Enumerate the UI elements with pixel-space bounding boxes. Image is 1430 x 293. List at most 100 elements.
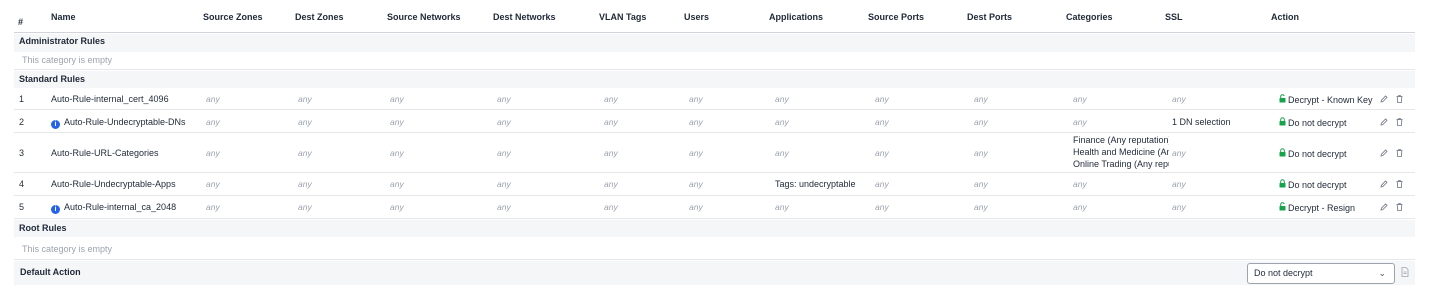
cell-ssl: any xyxy=(1172,179,1186,189)
edit-icon[interactable] xyxy=(1380,149,1388,159)
default-action-select[interactable]: Do not decrypt ⌄ xyxy=(1247,263,1395,284)
table-row[interactable]: 2 i Auto-Rule-Undecryptable-DNs any any any an… xyxy=(14,110,1415,133)
cell-source-zones: any xyxy=(206,94,220,104)
cell-source-ports: any xyxy=(875,202,889,212)
cell-dest-ports: any xyxy=(974,94,988,104)
cell-vlan-tags: any xyxy=(604,202,618,212)
rule-name-label: Auto-Rule-internal_ca_2048 xyxy=(64,202,177,212)
col-categories[interactable]: Categories xyxy=(1066,12,1113,22)
cell-source-ports: any xyxy=(875,94,889,104)
cell-dest-zones: any xyxy=(298,148,312,158)
cell-dest-zones: any xyxy=(298,94,312,104)
cell-source-networks: any xyxy=(390,117,404,127)
cell-dest-zones: any xyxy=(298,202,312,212)
info-icon[interactable]: i xyxy=(51,120,60,129)
cell-source-zones: any xyxy=(206,117,220,127)
empty-category-message: This category is empty xyxy=(14,52,1415,70)
lock-icon xyxy=(1279,117,1286,128)
action-label: Decrypt - Resign xyxy=(1288,202,1356,213)
cell-dest-networks: any xyxy=(497,179,511,189)
cell-ssl: any xyxy=(1172,148,1186,158)
action-label: Do not decrypt xyxy=(1288,117,1347,128)
cell-ssl: 1 DN selection xyxy=(1172,117,1231,127)
col-source-ports[interactable]: Source Ports xyxy=(868,12,924,22)
rule-name[interactable]: Auto-Rule-Undecryptable-Apps xyxy=(51,179,176,189)
cell-action: Decrypt - Known Key xyxy=(1279,94,1373,105)
unlock-icon xyxy=(1279,202,1286,213)
action-label: Do not decrypt xyxy=(1288,179,1347,190)
edit-icon[interactable] xyxy=(1380,118,1388,128)
delete-icon[interactable] xyxy=(1396,118,1403,128)
cell-source-ports: any xyxy=(875,179,889,189)
category-administrator-rules[interactable]: Administrator Rules xyxy=(14,34,1415,52)
rule-name-label: Auto-Rule-Undecryptable-Apps xyxy=(51,179,176,189)
rule-number: 5 xyxy=(19,202,25,212)
col-action[interactable]: Action xyxy=(1271,12,1299,22)
info-icon[interactable]: i xyxy=(51,205,60,214)
cell-action: Do not decrypt xyxy=(1279,117,1347,128)
delete-icon[interactable] xyxy=(1396,149,1403,159)
row-actions xyxy=(1380,180,1403,190)
rule-name-label: Auto-Rule-URL-Categories xyxy=(51,148,159,158)
cell-vlan-tags: any xyxy=(604,94,618,104)
cell-source-networks: any xyxy=(390,179,404,189)
rule-name[interactable]: i Auto-Rule-internal_ca_2048 xyxy=(51,202,176,214)
delete-icon[interactable] xyxy=(1396,95,1403,105)
cell-vlan-tags: any xyxy=(604,148,618,158)
category-entry: Online Trading (Any reputation) xyxy=(1073,159,1169,169)
cell-dest-networks: any xyxy=(497,202,511,212)
delete-icon[interactable] xyxy=(1396,203,1403,213)
row-actions xyxy=(1380,149,1403,159)
rule-name-label: Auto-Rule-internal_cert_4096 xyxy=(51,94,169,104)
col-dest-networks[interactable]: Dest Networks xyxy=(493,12,556,22)
cell-dest-ports: any xyxy=(974,179,988,189)
cell-source-ports: any xyxy=(875,117,889,127)
col-users[interactable]: Users xyxy=(684,12,709,22)
cell-applications: any xyxy=(775,148,789,158)
col-num: # xyxy=(18,17,24,27)
col-name[interactable]: Name xyxy=(51,12,76,22)
cell-users: any xyxy=(689,94,703,104)
cell-users: any xyxy=(689,117,703,127)
rule-name[interactable]: Auto-Rule-internal_cert_4096 xyxy=(51,94,169,104)
edit-icon[interactable] xyxy=(1380,180,1388,190)
edit-icon[interactable] xyxy=(1380,95,1388,105)
log-settings-icon[interactable] xyxy=(1401,267,1409,279)
col-dest-ports[interactable]: Dest Ports xyxy=(967,12,1012,22)
col-ssl[interactable]: SSL xyxy=(1165,12,1183,22)
category-standard-rules[interactable]: Standard Rules xyxy=(14,71,1415,88)
table-row[interactable]: 1 Auto-Rule-internal_cert_4096 any any any an… xyxy=(14,88,1415,110)
col-source-zones[interactable]: Source Zones xyxy=(203,12,263,22)
unlock-icon xyxy=(1279,94,1286,105)
cell-dest-zones: any xyxy=(298,179,312,189)
rule-number: 1 xyxy=(19,94,25,104)
default-action-value: Do not decrypt xyxy=(1254,268,1313,278)
delete-icon[interactable] xyxy=(1396,180,1403,190)
col-applications[interactable]: Applications xyxy=(769,12,823,22)
rule-number: 3 xyxy=(19,148,25,158)
col-vlan-tags[interactable]: VLAN Tags xyxy=(599,12,646,22)
rule-name[interactable]: Auto-Rule-URL-Categories xyxy=(51,148,159,158)
category-entry: Finance (Any reputation) xyxy=(1073,135,1169,145)
cell-action: Do not decrypt xyxy=(1279,179,1347,190)
cell-dest-ports: any xyxy=(974,117,988,127)
edit-icon[interactable] xyxy=(1380,203,1388,213)
cell-source-zones: any xyxy=(206,202,220,212)
cell-users: any xyxy=(689,179,703,189)
table-row[interactable]: 5 i Auto-Rule-internal_ca_2048 any any any any… xyxy=(14,196,1415,219)
cell-users: any xyxy=(689,202,703,212)
cell-categories: Finance (Any reputation) Health and Medic… xyxy=(1073,134,1169,170)
cell-source-ports: any xyxy=(875,148,889,158)
cell-dest-networks: any xyxy=(497,94,511,104)
row-actions xyxy=(1380,95,1403,105)
cell-vlan-tags: any xyxy=(604,179,618,189)
table-row[interactable]: 4 Auto-Rule-Undecryptable-Apps any any any an… xyxy=(14,173,1415,196)
rule-name[interactable]: i Auto-Rule-Undecryptable-DNs xyxy=(51,117,186,129)
row-actions xyxy=(1380,118,1403,128)
cell-applications: Tags: undecryptable xyxy=(775,179,856,189)
cell-users: any xyxy=(689,148,703,158)
col-dest-zones[interactable]: Dest Zones xyxy=(295,12,344,22)
col-source-networks[interactable]: Source Networks xyxy=(387,12,461,22)
table-row[interactable]: 3 Auto-Rule-URL-Categories any any any any any… xyxy=(14,133,1415,173)
category-root-rules[interactable]: Root Rules xyxy=(14,220,1415,237)
